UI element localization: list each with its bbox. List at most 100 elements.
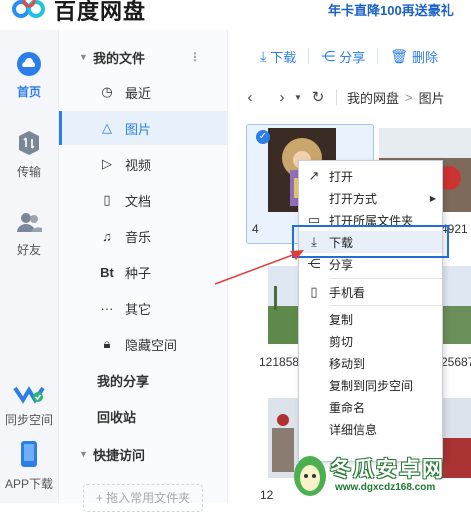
- rail-friends-label: 好友: [16, 243, 41, 257]
- breadcrumb-root[interactable]: 我的网盘: [347, 88, 399, 107]
- sidebar: ▼ 我的文件 ⋮ ◷ 最近 △ 图片 ▷ 视频 ▯ 文档 ♫ 音乐 Bt 种子 …: [59, 30, 228, 512]
- menu-item-label: 手机看: [329, 285, 366, 300]
- rail-app-download[interactable]: APP下载: [0, 440, 58, 492]
- sidebar-my-files-label: 我的文件: [93, 50, 146, 66]
- sidebar-item-label: 隐藏空间: [125, 337, 178, 353]
- sidebar-item-label: 文档: [125, 193, 152, 209]
- toolbar: ⤓ 下载 ⋲ 分享 🗑︎ 删除: [228, 42, 471, 70]
- phone-app-icon: [21, 441, 37, 467]
- nav-divider: [336, 89, 337, 105]
- menu-item-cut[interactable]: 剪切: [299, 330, 442, 352]
- download-icon: ⤓: [260, 47, 267, 64]
- menu-item-label: 移动到: [329, 356, 366, 371]
- file-name: 121858: [259, 355, 300, 369]
- sidebar-item-torrents[interactable]: Bt 种子: [59, 255, 227, 289]
- lock-icon: 🔒︎: [103, 336, 111, 351]
- menu-item-copy[interactable]: 复制: [299, 308, 442, 330]
- sidebar-item-label: 视频: [125, 157, 152, 173]
- transfer-icon: [19, 131, 39, 155]
- rail-sync-label: 同步空间: [4, 413, 53, 427]
- rail-transfer[interactable]: 传输: [0, 130, 58, 180]
- menu-item-open-with[interactable]: 打开方式 ▶: [299, 187, 442, 209]
- sidebar-item-other[interactable]: ··· 其它: [59, 291, 227, 325]
- sidebar-my-files[interactable]: ▼ 我的文件 ⋮: [59, 40, 227, 74]
- promo-banner[interactable]: 年卡直降100再送豪礼: [328, 0, 454, 19]
- image-icon: △: [102, 120, 112, 135]
- breadcrumb-current: 图片: [418, 90, 445, 106]
- history-dropdown-icon[interactable]: ▼: [290, 93, 306, 102]
- menu-item-rename[interactable]: 重命名: [299, 396, 442, 418]
- menu-item-label: 重命名: [329, 400, 366, 415]
- selected-checkmark-icon[interactable]: ✓: [256, 130, 270, 144]
- sidebar-item-recent[interactable]: ◷ 最近: [59, 75, 227, 109]
- rail-sync[interactable]: 同步空间: [0, 380, 58, 428]
- forward-icon[interactable]: ›: [274, 89, 290, 106]
- context-menu: ↗ 打开 打开方式 ▶ ▭ 打开所属文件夹 ⤓ 下载 ⋲ 分享 ▯ 手机看 复制…: [298, 160, 443, 462]
- friends-icon: [17, 213, 42, 232]
- sync-space-icon: [13, 386, 45, 404]
- sidebar-item-hidden-space[interactable]: 🔒︎ 隐藏空间: [59, 327, 227, 361]
- bt-icon: Bt: [100, 264, 114, 280]
- annotation-highlight-box: [292, 225, 449, 258]
- menu-item-label: 复制: [329, 312, 354, 327]
- share-button-label: 分享: [339, 49, 366, 65]
- watermark-title: 冬瓜安卓网: [330, 458, 445, 481]
- menu-separator: [329, 305, 442, 306]
- back-icon[interactable]: ‹: [242, 89, 258, 106]
- menu-item-phone-view[interactable]: ▯ 手机看: [299, 281, 442, 303]
- sidebar-item-label: 音乐: [125, 229, 152, 245]
- sidebar-quick-access-label: 快捷访问: [93, 447, 146, 463]
- menu-item-label: 打开方式: [329, 191, 378, 206]
- file-name: 12: [260, 488, 274, 502]
- add-quick-access-dropzone[interactable]: + 拖入常用文件夹: [83, 484, 203, 512]
- menu-item-move-to[interactable]: 移动到: [299, 352, 442, 374]
- collapse-triangle-icon: ▼: [79, 449, 88, 459]
- menu-item-label: 详细信息: [329, 422, 378, 437]
- file-name: 25687: [441, 355, 471, 369]
- refresh-icon[interactable]: ↻: [310, 88, 326, 106]
- watermark-url: www.dgxcdz168.com: [335, 482, 436, 493]
- share-button[interactable]: ⋲ 分享: [321, 47, 365, 66]
- rail-transfer-label: 传输: [16, 165, 41, 179]
- delete-button-label: 删除: [412, 49, 439, 65]
- rail-home[interactable]: 首页: [0, 52, 58, 100]
- sidebar-item-video[interactable]: ▷ 视频: [59, 147, 227, 181]
- sidebar-item-documents[interactable]: ▯ 文档: [59, 183, 227, 217]
- sidebar-my-share-label: 我的分享: [97, 373, 150, 389]
- breadcrumb-separator: >: [405, 89, 413, 105]
- rail-app-label: APP下载: [4, 477, 53, 491]
- baidu-netdisk-logo: [12, 0, 45, 18]
- rail-home-label: 首页: [16, 85, 41, 99]
- more-icon: ···: [100, 300, 114, 316]
- document-icon: ▯: [103, 192, 111, 207]
- sidebar-my-share[interactable]: 我的分享: [59, 363, 227, 397]
- file-thumbnail[interactable]: [441, 266, 471, 344]
- open-arrow-icon: ↗: [308, 168, 320, 183]
- menu-separator: [329, 278, 442, 279]
- sidebar-item-label: 最近: [125, 85, 152, 101]
- rail-friends[interactable]: 好友: [0, 210, 58, 258]
- trash-icon: 🗑︎: [390, 47, 409, 64]
- sidebar-recycle-label: 回收站: [97, 409, 137, 425]
- toolbar-divider: [308, 48, 310, 64]
- share-icon: ⋲: [321, 47, 336, 64]
- sidebar-quick-access[interactable]: ▼ 快捷访问: [59, 437, 227, 471]
- sidebar-recycle-bin[interactable]: 回收站: [59, 399, 227, 433]
- menu-item-copy-to-sync[interactable]: 复制到同步空间: [299, 374, 442, 396]
- download-button[interactable]: ⤓ 下载: [260, 47, 296, 66]
- more-dots-icon[interactable]: ⋮: [189, 50, 201, 64]
- sidebar-item-label: 种子: [125, 265, 152, 281]
- clock-icon: ◷: [101, 84, 113, 99]
- app-title: 百度网盘: [54, 0, 147, 24]
- menu-item-label: 分享: [329, 257, 354, 272]
- sidebar-item-images[interactable]: △ 图片: [59, 111, 227, 145]
- play-icon: ▷: [102, 156, 112, 171]
- menu-item-open[interactable]: ↗ 打开: [299, 165, 442, 187]
- sidebar-item-music[interactable]: ♫ 音乐: [59, 219, 227, 253]
- sidebar-item-label: 图片: [125, 121, 152, 137]
- menu-item-details[interactable]: 详细信息: [299, 418, 442, 440]
- menu-item-label: 打开: [329, 169, 354, 184]
- collapse-triangle-icon: ▼: [79, 52, 88, 62]
- delete-button[interactable]: 🗑︎ 删除: [390, 47, 438, 66]
- menu-item-label: 复制到同步空间: [329, 378, 414, 393]
